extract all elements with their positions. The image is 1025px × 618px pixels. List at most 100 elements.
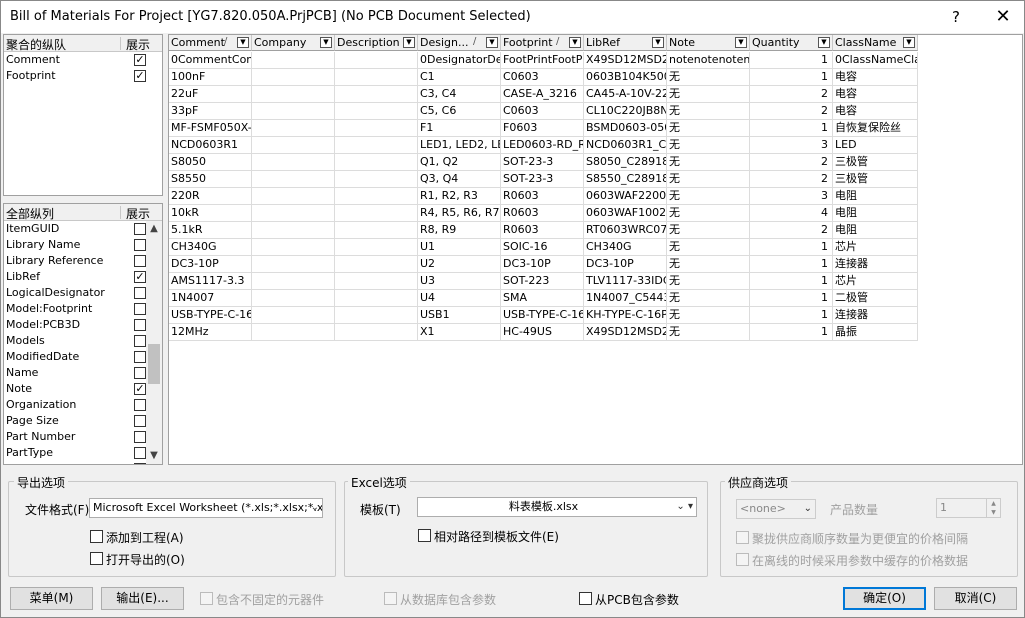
sort-icon: / [556, 36, 560, 47]
column-option-row[interactable]: Page Size [4, 413, 162, 429]
column-header[interactable]: Note ▼ [667, 35, 750, 51]
column-show-checkbox[interactable] [134, 319, 146, 331]
column-option-row[interactable]: LogicalDesignator [4, 285, 162, 301]
table-cell [252, 120, 335, 137]
column-show-checkbox[interactable] [134, 303, 146, 315]
table-cell: 10kR [169, 205, 252, 222]
column-filter-icon[interactable]: ▼ [735, 37, 747, 48]
sort-by-price-label: 聚拢供应商顺序数量为更便宜的价格间隔 [752, 532, 969, 546]
column-header[interactable]: Footprint / ▼ [501, 35, 584, 51]
column-option-name: PCB3D [6, 462, 43, 464]
column-option-name: Model:PCB3D [6, 318, 81, 331]
all-columns-scrollbar[interactable]: ▲ ▼ [146, 221, 162, 464]
include-db-params-checkbox[interactable] [384, 592, 397, 605]
help-button[interactable]: ? [939, 5, 973, 29]
column-option-row[interactable]: Library Name [4, 237, 162, 253]
column-show-checkbox[interactable] [134, 367, 146, 379]
scroll-up-icon[interactable]: ▲ [146, 221, 162, 237]
column-show-checkbox[interactable] [134, 351, 146, 363]
column-show-checkbox[interactable] [134, 463, 146, 464]
column-filter-icon[interactable]: ▼ [818, 37, 830, 48]
scroll-down-icon[interactable]: ▼ [146, 448, 162, 464]
table-cell: 4 [750, 205, 833, 222]
column-option-row[interactable]: PCB3D [4, 461, 162, 464]
include-unfixed-checkbox[interactable] [200, 592, 213, 605]
column-show-checkbox[interactable]: ✓ [134, 271, 146, 283]
column-option-row[interactable]: Note ✓ [4, 381, 162, 397]
column-filter-icon[interactable]: ▼ [237, 37, 249, 48]
table-cell: 1 [750, 239, 833, 256]
table-cell: SOT-223 [501, 273, 584, 290]
file-format-select[interactable]: Microsoft Excel Worksheet (*.xls;*.xlsx;… [89, 498, 323, 518]
sort-by-price-checkbox[interactable] [736, 531, 749, 544]
menu-button[interactable]: 菜单(M) [10, 587, 93, 610]
column-option-row[interactable]: Library Reference [4, 253, 162, 269]
column-option-row[interactable]: Model:Footprint [4, 301, 162, 317]
table-cell: notenotenotenot [667, 52, 750, 69]
column-filter-icon[interactable]: ▼ [652, 37, 664, 48]
table-cell: C1 [418, 69, 501, 86]
column-header[interactable]: Comment / ▼ [169, 35, 252, 51]
scroll-thumb[interactable] [148, 344, 160, 384]
column-option-row[interactable]: Models [4, 333, 162, 349]
column-header[interactable]: ClassName ▼ [833, 35, 918, 51]
export-button[interactable]: 输出(E)... [101, 587, 184, 610]
table-cell: 无 [667, 69, 750, 86]
table-cell: LED0603-RD_R [501, 137, 584, 154]
column-filter-icon[interactable]: ▼ [903, 37, 915, 48]
product-quantity-spinner[interactable]: 1 ▲ ▼ [936, 498, 1001, 518]
ok-button[interactable]: 确定(O) [843, 587, 926, 610]
open-exported-checkbox[interactable] [90, 552, 103, 565]
column-option-row[interactable]: Model:PCB3D [4, 317, 162, 333]
column-header-label: Comment [171, 36, 225, 49]
column-option-row[interactable]: ItemGUID [4, 221, 162, 237]
supplier-select[interactable]: <none> ⌄ [736, 499, 816, 519]
column-header[interactable]: Design... / ▼ [418, 35, 501, 51]
column-show-checkbox[interactable]: ✓ [134, 54, 146, 66]
add-to-project-checkbox[interactable] [90, 530, 103, 543]
column-option-row[interactable]: Comment ✓ [4, 52, 162, 68]
column-show-checkbox[interactable] [134, 399, 146, 411]
template-select[interactable]: 料表模板.xlsx ⌄ ▾ [417, 497, 697, 517]
column-show-checkbox[interactable] [134, 255, 146, 267]
column-option-row[interactable]: Part Number [4, 429, 162, 445]
column-show-checkbox[interactable] [134, 239, 146, 251]
table-cell: Q1, Q2 [418, 154, 501, 171]
use-cached-checkbox[interactable] [736, 553, 749, 566]
column-show-checkbox[interactable] [134, 223, 146, 235]
table-cell: 无 [667, 103, 750, 120]
column-header[interactable]: Description ▼ [335, 35, 418, 51]
table-cell [252, 52, 335, 69]
include-db-params-label: 从数据库包含参数 [400, 593, 497, 607]
column-filter-icon[interactable]: ▼ [320, 37, 332, 48]
column-option-row[interactable]: LibRef ✓ [4, 269, 162, 285]
column-filter-icon[interactable]: ▼ [486, 37, 498, 48]
column-show-checkbox[interactable]: ✓ [134, 383, 146, 395]
table-cell: 无 [667, 324, 750, 341]
relative-path-checkbox[interactable] [418, 529, 431, 542]
column-header[interactable]: Quantity ▼ [750, 35, 833, 51]
column-filter-icon[interactable]: ▼ [403, 37, 415, 48]
cancel-button[interactable]: 取消(C) [934, 587, 1017, 610]
include-pcb-params-checkbox[interactable] [579, 592, 592, 605]
sort-icon: / [473, 36, 477, 47]
column-option-row[interactable]: Footprint ✓ [4, 68, 162, 84]
column-option-row[interactable]: Name [4, 365, 162, 381]
column-show-checkbox[interactable] [134, 335, 146, 347]
column-header[interactable]: LibRef ▼ [584, 35, 667, 51]
column-option-row[interactable]: Organization [4, 397, 162, 413]
column-show-checkbox[interactable]: ✓ [134, 70, 146, 82]
column-show-checkbox[interactable] [134, 431, 146, 443]
column-show-checkbox[interactable] [134, 447, 146, 459]
chevron-down-icon: ⌄ [803, 503, 812, 514]
column-show-checkbox[interactable] [134, 287, 146, 299]
column-show-checkbox[interactable] [134, 415, 146, 427]
column-option-row[interactable]: ModifiedDate [4, 349, 162, 365]
column-filter-icon[interactable]: ▼ [569, 37, 581, 48]
spinner-arrows-icon[interactable]: ▲ ▼ [986, 499, 1000, 517]
column-header[interactable]: Company ▼ [252, 35, 335, 51]
column-option-row[interactable]: PartType [4, 445, 162, 461]
table-cell: KH-TYPE-C-16P [584, 307, 667, 324]
file-format-value: Microsoft Excel Worksheet (*.xls;*.xlsx;… [93, 501, 323, 514]
close-button[interactable]: ✕ [986, 5, 1020, 29]
